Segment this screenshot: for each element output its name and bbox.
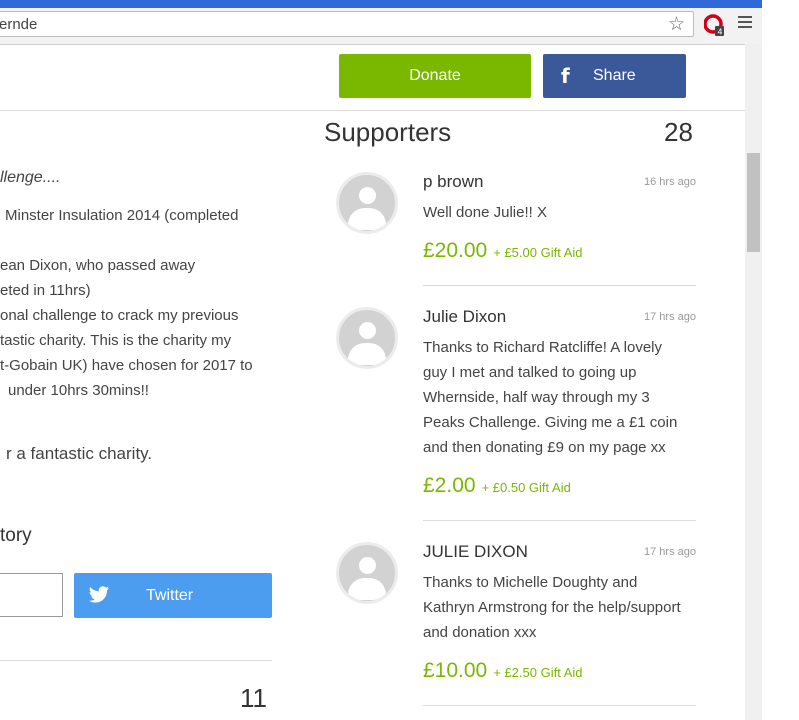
gift-aid: + £5.00 Gift Aid	[493, 245, 583, 260]
avatar-icon	[336, 172, 398, 234]
story-text: llenge....	[0, 169, 61, 186]
divider	[423, 705, 696, 706]
twitter-button[interactable]: Twitter	[74, 573, 272, 618]
supporter-name: p brown	[423, 172, 484, 191]
supporter-amount: £10.00 + £2.50 Gift Aid	[423, 659, 583, 683]
address-bar[interactable]: ernde ☆	[0, 11, 694, 37]
supporter-name: Julie Dixon	[423, 307, 507, 326]
supporter-time: 16 hrs ago	[644, 176, 696, 188]
svg-text:4: 4	[718, 28, 723, 37]
address-text: ernde	[0, 16, 38, 33]
divider	[423, 520, 696, 521]
twitter-label: Twitter	[146, 587, 194, 604]
divider	[0, 660, 272, 661]
browser-titlebar	[0, 0, 762, 8]
supporter-item: JULIE DIXON 17 hrs ago Thanks to Michell…	[336, 542, 696, 712]
share-label: Share	[593, 67, 636, 84]
supporter-item: p brown 16 hrs ago Well done Julie!! X £…	[336, 172, 696, 286]
story-text: onal challenge to crack my previous	[0, 307, 239, 324]
share-button[interactable]: f Share	[543, 54, 686, 98]
donation-amount: £20.00	[423, 239, 488, 262]
story-heading: tory	[0, 525, 32, 546]
facebook-icon: f	[561, 64, 570, 88]
supporter-amount: £20.00 + £5.00 Gift Aid	[423, 239, 583, 263]
divider	[423, 285, 696, 286]
story-text: under 10hrs 30mins!!	[8, 382, 149, 399]
supporter-amount: £2.00 + £0.50 Gift Aid	[423, 474, 571, 498]
share-input-box[interactable]	[0, 573, 63, 617]
scrollbar-track[interactable]	[745, 44, 762, 720]
supporter-message: Thanks to Richard Ratcliffe! A lovely gu…	[423, 339, 678, 456]
scrollbar-thumb[interactable]	[747, 153, 760, 252]
star-icon[interactable]: ☆	[668, 13, 685, 36]
supporters-count: 28	[664, 117, 693, 147]
supporters-title: Supporters	[324, 117, 452, 147]
donate-button[interactable]: Donate	[339, 54, 531, 98]
donation-amount: £10.00	[423, 659, 488, 682]
supporter-message: Thanks to Michelle Doughty and Kathryn A…	[423, 574, 681, 641]
donation-amount: £2.00	[423, 474, 476, 497]
story-text: tastic charity. This is the charity my	[0, 332, 232, 349]
supporter-time: 17 hrs ago	[644, 546, 696, 558]
menu-icon[interactable]	[738, 16, 752, 31]
window-margin	[762, 0, 799, 720]
gift-aid: + £0.50 Gift Aid	[481, 480, 571, 495]
supporter-name: JULIE DIXON	[423, 542, 528, 561]
story-section: llenge.... Minster Insulation 2014 (comp…	[0, 110, 272, 720]
browser-toolbar: ernde ☆ 4	[0, 8, 762, 45]
avatar-icon	[336, 542, 398, 604]
twitter-icon	[88, 586, 110, 603]
supporter-time: 17 hrs ago	[644, 311, 696, 323]
avatar-icon	[336, 307, 398, 369]
story-text: ean Dixon, who passed away	[0, 257, 196, 274]
page-header: Donate f Share	[0, 45, 745, 111]
supporter-message: Well done Julie!! X	[423, 204, 547, 221]
opera-icon[interactable]: 4	[704, 14, 724, 36]
story-text: t-Gobain UK) have chosen for 2017 to	[0, 357, 253, 374]
gift-aid: + £2.50 Gift Aid	[493, 665, 583, 680]
story-text: eted in 11hrs)	[0, 282, 91, 299]
story-text: Minster Insulation 2014 (completed	[5, 207, 239, 224]
left-count: 11	[240, 683, 267, 713]
supporter-item: Julie Dixon 17 hrs ago Thanks to Richard…	[336, 307, 696, 521]
story-text: r a fantastic charity.	[6, 444, 153, 463]
